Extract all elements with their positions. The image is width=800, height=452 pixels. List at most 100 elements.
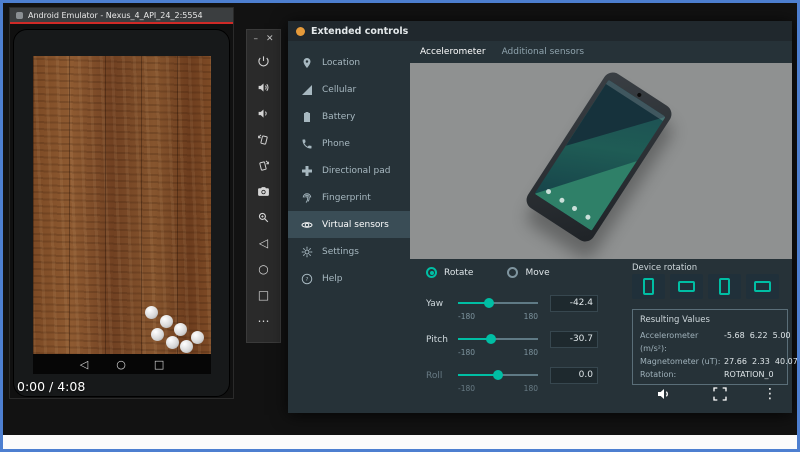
- screenshot-button[interactable]: [251, 178, 277, 204]
- window-title: Extended controls: [311, 26, 408, 37]
- rotate-radio[interactable]: Rotate: [426, 267, 473, 278]
- overview-icon[interactable]: □: [154, 358, 164, 371]
- volume-down-button[interactable]: [251, 100, 277, 126]
- phone-screen[interactable]: ◁ ○ □: [33, 56, 211, 374]
- tab-additional-sensors[interactable]: Additional sensors: [502, 47, 585, 57]
- tab-accelerometer[interactable]: Accelerometer: [420, 47, 486, 57]
- yaw-slider[interactable]: [458, 297, 538, 309]
- mode-selector: Rotate Move: [426, 267, 550, 278]
- rotation-portrait-button[interactable]: [632, 274, 665, 299]
- overview-nav-button[interactable]: □: [251, 282, 277, 308]
- result-row-magnetometer: Magnetometer (uT): 27.66 2.33 40.07: [640, 355, 780, 368]
- slider-min-label: -180: [458, 384, 475, 393]
- sidebar-item-virtual-sensors[interactable]: Virtual sensors: [288, 211, 410, 238]
- roll-slider[interactable]: [458, 369, 538, 381]
- rotate-right-button[interactable]: [251, 152, 277, 178]
- sidebar-item-fingerprint[interactable]: Fingerprint: [288, 184, 410, 211]
- camera-icon: [257, 185, 270, 198]
- sidebar-item-label: Settings: [322, 247, 359, 257]
- pitch-value-field[interactable]: -30.7: [550, 331, 598, 348]
- sidebar-item-label: Directional pad: [322, 166, 390, 176]
- radio-dot-icon: [426, 267, 437, 278]
- pitch-slider[interactable]: [458, 333, 538, 345]
- volume-up-icon: [257, 81, 270, 94]
- location-icon: [301, 57, 313, 69]
- sidebar-item-label: Help: [322, 274, 343, 284]
- result-label: Accelerometer (m/s²):: [640, 329, 724, 355]
- extended-controls-titlebar[interactable]: Extended controls: [288, 21, 792, 41]
- back-icon[interactable]: ◁: [80, 358, 88, 371]
- roll-value-field[interactable]: 0.0: [550, 367, 598, 384]
- ball: [145, 306, 158, 319]
- video-area[interactable]: Android Emulator - Nexus_4_API_24_2:5554: [3, 3, 797, 435]
- roll-label: Roll: [426, 369, 458, 381]
- result-row-rotation: Rotation: ROTATION_0: [640, 368, 780, 381]
- svg-text:?: ?: [306, 277, 309, 283]
- dpad-icon: [301, 165, 313, 177]
- phone-portrait-icon: [719, 278, 730, 295]
- home-icon[interactable]: ○: [116, 358, 126, 371]
- resulting-values-title: Resulting Values: [640, 315, 780, 325]
- ball: [174, 323, 187, 336]
- sidebar-item-settings[interactable]: Settings: [288, 238, 410, 265]
- sidebar-item-help[interactable]: ? Help: [288, 265, 410, 292]
- magnifier-icon: [257, 211, 270, 224]
- ball: [180, 340, 193, 353]
- rotate-radio-label: Rotate: [444, 268, 473, 278]
- ball: [191, 331, 204, 344]
- phone-landscape-icon: [678, 281, 695, 292]
- help-icon: ?: [301, 273, 313, 285]
- sensor-controls-panel: Rotate Move Yaw: [410, 259, 792, 413]
- sidebar-item-label: Cellular: [322, 85, 356, 95]
- volume-up-button[interactable]: [251, 74, 277, 100]
- ball: [166, 336, 179, 349]
- sidebar-item-cellular[interactable]: Cellular: [288, 76, 410, 103]
- sidebar-item-directional-pad[interactable]: Directional pad: [288, 157, 410, 184]
- page-background: [3, 435, 797, 449]
- device-3d-view[interactable]: [410, 63, 792, 259]
- move-radio[interactable]: Move: [507, 267, 549, 278]
- video-timestamp: 0:00 / 4:08: [17, 379, 85, 394]
- device-body: [523, 69, 676, 246]
- sidebar-item-battery[interactable]: Battery: [288, 103, 410, 130]
- back-nav-button[interactable]: ◁: [251, 230, 277, 256]
- emulator-titlebar[interactable]: Android Emulator - Nexus_4_API_24_2:5554: [10, 8, 233, 24]
- slider-thumb[interactable]: [493, 370, 503, 380]
- minimize-button[interactable]: –: [253, 34, 258, 44]
- rotation-landscape-button[interactable]: [670, 274, 703, 299]
- gear-icon: [301, 246, 313, 258]
- sidebar-item-label: Phone: [322, 139, 350, 149]
- power-button[interactable]: [251, 48, 277, 74]
- player-menu-button[interactable]: ⋮: [759, 384, 781, 404]
- rotation-reverse-portrait-button[interactable]: [708, 274, 741, 299]
- player-fullscreen-button[interactable]: [709, 384, 731, 404]
- zoom-button[interactable]: [251, 204, 277, 230]
- player-volume-button[interactable]: [653, 384, 675, 404]
- yaw-label: Yaw: [426, 297, 458, 309]
- sidebar-item-phone[interactable]: Phone: [288, 130, 410, 157]
- sidebar-item-label: Virtual sensors: [322, 220, 389, 230]
- sensor-tabs: Accelerometer Additional sensors: [410, 41, 792, 63]
- rotate-left-button[interactable]: [251, 126, 277, 152]
- sidebar-item-label: Fingerprint: [322, 193, 371, 203]
- fullscreen-icon: [712, 386, 728, 402]
- emulator-app-icon: [16, 12, 23, 19]
- yaw-slider-row: Yaw -180 180: [426, 297, 598, 321]
- more-button[interactable]: ⋯: [251, 308, 277, 334]
- result-row-accelerometer: Accelerometer (m/s²): -5.68 6.22 5.00: [640, 329, 780, 355]
- device-3d-model[interactable]: [523, 69, 676, 246]
- sidebar-item-label: Battery: [322, 112, 355, 122]
- home-nav-button[interactable]: ○: [251, 256, 277, 282]
- close-button[interactable]: ✕: [266, 34, 274, 44]
- result-value: 27.66 2.33 40.07: [724, 355, 797, 368]
- window-icon: [296, 27, 305, 36]
- slider-thumb[interactable]: [484, 298, 494, 308]
- virtual-sensors-panel: Accelerometer Additional sensors: [410, 41, 792, 413]
- sidebar-item-location[interactable]: Location: [288, 49, 410, 76]
- move-radio-label: Move: [525, 268, 549, 278]
- rotation-reverse-landscape-button[interactable]: [746, 274, 779, 299]
- yaw-value-field[interactable]: -42.4: [550, 295, 598, 312]
- result-value: -5.68 6.22 5.00: [724, 329, 791, 355]
- slider-thumb[interactable]: [486, 334, 496, 344]
- wallpaper-shape: [566, 80, 666, 183]
